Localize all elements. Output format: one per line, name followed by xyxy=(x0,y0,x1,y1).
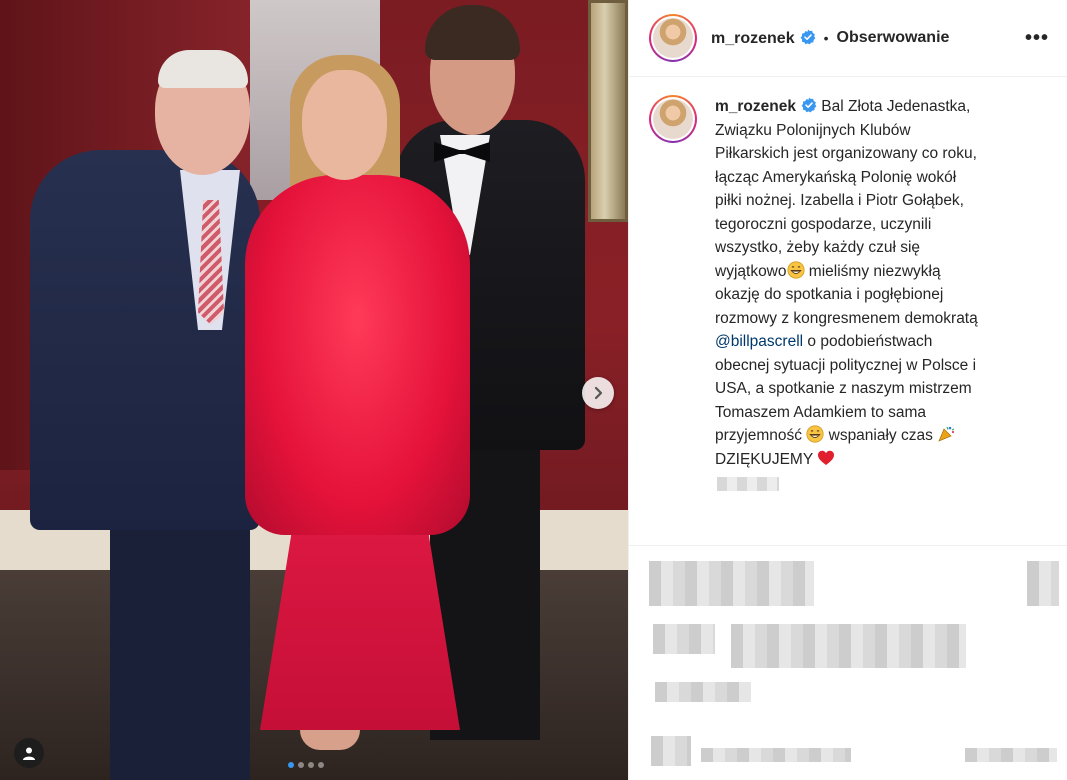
follow-state-button[interactable]: Obserwowanie xyxy=(837,29,950,47)
carousel-dot xyxy=(298,762,304,768)
verified-badge-icon xyxy=(800,29,815,44)
post-photo[interactable] xyxy=(0,0,628,780)
caption-text: piłki nożnej. Izabella i Piotr Gołąbek, xyxy=(715,192,964,209)
caption-text: wszystko, żeby każdy czuł się xyxy=(715,239,921,256)
caption-text: DZIĘKUJEMY xyxy=(715,450,813,468)
separator-dot: • xyxy=(823,30,829,46)
pixelated-likes-text xyxy=(731,624,966,668)
background-picture-frame xyxy=(588,0,628,222)
caption-text: wspaniały czas xyxy=(824,427,933,444)
caption-text: obecnej sytuacji politycznej w Polsce i xyxy=(715,356,977,374)
avatar[interactable] xyxy=(649,14,697,62)
caption-text: Bal Złota Jedenastka, xyxy=(821,98,971,115)
post-side-panel: m_rozenek • Obserwowanie ••• m_rozenek B… xyxy=(628,0,1067,780)
pixelated-comment-input xyxy=(701,748,851,762)
carousel-dot xyxy=(318,762,324,768)
pixelated-comment-icon xyxy=(651,736,691,766)
user-tags-button[interactable] xyxy=(14,738,44,768)
pixelated-date xyxy=(655,682,751,702)
caption-text: okazję do spotkania i pogłębionej xyxy=(715,286,944,303)
carousel-dot xyxy=(288,762,294,768)
caption-avatar[interactable] xyxy=(649,95,697,143)
caption-text: łącząc Amerykańską Polonię wokół xyxy=(715,168,957,186)
caption-row: m_rozenek Bal Złota Jedenastka, Związku … xyxy=(629,77,1067,471)
caption-text: USA, a spotkanie z naszym mistrzem xyxy=(715,380,972,397)
post-caption: m_rozenek Bal Złota Jedenastka, Związku … xyxy=(715,95,1025,471)
pixelated-save-icon xyxy=(1027,561,1059,606)
carousel-dot xyxy=(308,762,314,768)
caption-text: Tomaszem Adamkiem to sama xyxy=(715,403,927,421)
caption-text: rozmowy z kongresmenem demokratą xyxy=(715,309,978,327)
header-username[interactable]: m_rozenek xyxy=(711,29,816,48)
username-text[interactable]: m_rozenek xyxy=(711,30,795,47)
carousel-indicator xyxy=(288,762,324,768)
carousel-next-button[interactable] xyxy=(582,377,614,409)
caption-text: mieliśmy niezwykłą xyxy=(804,262,941,280)
verified-badge-icon xyxy=(801,97,817,113)
pixelated-likers-avatars xyxy=(653,624,715,654)
party-popper-emoji-icon xyxy=(938,426,955,442)
caption-username[interactable]: m_rozenek xyxy=(715,98,796,115)
caption-text: Piłkarskich jest organizowany co roku, xyxy=(715,145,977,162)
chevron-right-icon xyxy=(594,386,603,400)
mention-link[interactable]: @billpascrell xyxy=(715,333,803,350)
post-header: m_rozenek • Obserwowanie ••• xyxy=(629,0,1067,77)
pixelated-action-icons xyxy=(649,561,814,606)
user-tag-icon xyxy=(23,747,35,760)
pixelated-post-button xyxy=(965,748,1057,762)
pixelated-comments-area xyxy=(629,545,1067,780)
caption-text: tegoroczni gospodarze, uczynili xyxy=(715,215,932,233)
caption-text: Związku Polonijnych Klubów xyxy=(715,121,911,139)
grinning-emoji-icon xyxy=(786,260,805,279)
pixelated-timestamp xyxy=(717,477,779,491)
caption-text: przyjemność xyxy=(715,427,802,444)
caption-text: wyjątkowo xyxy=(715,262,787,280)
more-options-button[interactable]: ••• xyxy=(1025,27,1049,50)
caption-text: o podobieństwach xyxy=(803,333,933,350)
red-heart-emoji-icon xyxy=(818,450,835,465)
grinning-emoji-icon xyxy=(806,425,824,443)
